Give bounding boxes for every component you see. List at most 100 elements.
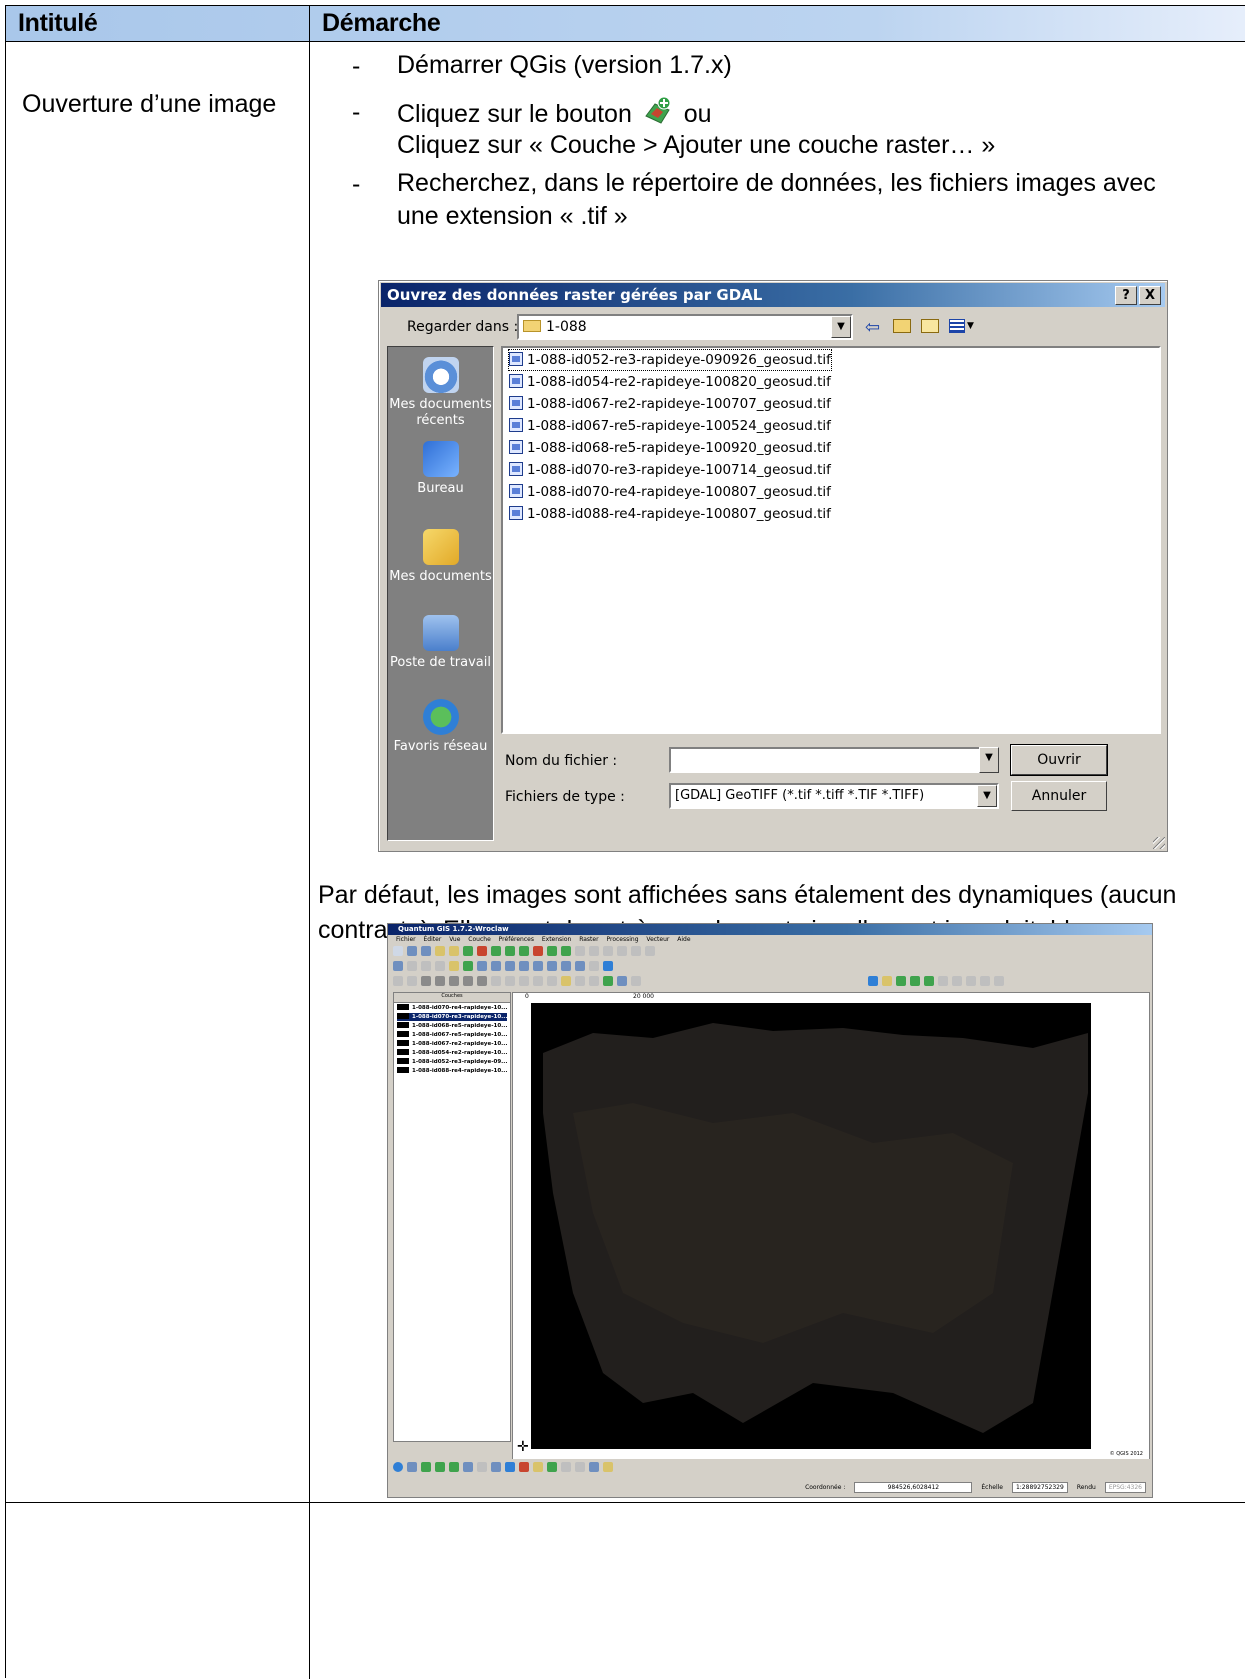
file-item[interactable]: 1-088-id088-re4-rapideye-100807_geosud.t… <box>509 504 831 524</box>
file-item[interactable]: 1-088-id070-re3-rapideye-100714_geosud.t… <box>509 460 831 480</box>
bullet-dash: - <box>352 98 361 126</box>
layer-item[interactable]: 1-088-id052-re3-rapideye-09... <box>397 1058 507 1066</box>
qgis-toolbar-4 <box>868 976 1004 989</box>
new-folder-icon[interactable] <box>921 319 939 333</box>
chevron-down-icon[interactable]: ▼ <box>831 316 851 338</box>
qgis-menu-bar: Fichier Éditer Vue Couche Préférences Ex… <box>396 936 691 943</box>
file-item[interactable]: 1-088-id070-re4-rapideye-100807_geosud.t… <box>509 482 831 502</box>
layer-item[interactable]: 1-088-id070-re3-rapideye-10... <box>397 1013 507 1021</box>
bullet-dash: - <box>352 170 361 198</box>
layer-item[interactable]: 1-088-id068-re5-rapideye-10... <box>397 1022 507 1030</box>
layer-name: 1-088-id070-re4-rapideye-10... <box>412 1005 508 1011</box>
scale-value[interactable]: 1:28892752329 <box>1011 1482 1068 1493</box>
step-click-text: Cliquez sur le bouton <box>397 100 632 128</box>
file-name: 1-088-id068-re5-rapideye-100920_geosud.t… <box>527 440 831 456</box>
file-item[interactable]: 1-088-id068-re5-rapideye-100920_geosud.t… <box>509 438 831 458</box>
copyright-label: © QGIS 2012 <box>1109 1451 1143 1457</box>
chevron-down-icon[interactable]: ▼ <box>977 785 997 807</box>
table-header: Intitulé Démarche <box>6 6 1245 42</box>
file-item[interactable]: 1-088-id054-re2-rapideye-100820_geosud.t… <box>509 372 831 392</box>
layer-name: 1-088-id068-re5-rapideye-10... <box>412 1023 508 1029</box>
layer-item[interactable]: 1-088-id067-re2-rapideye-10... <box>397 1040 507 1048</box>
step-menu-path: Cliquez sur « Couche > Ajouter une couch… <box>397 131 996 159</box>
raster-file-icon <box>509 418 523 432</box>
file-name: 1-088-id088-re4-rapideye-100807_geosud.t… <box>527 506 831 522</box>
raster-file-icon <box>509 352 523 366</box>
layer-item[interactable]: 1-088-id067-re5-rapideye-10... <box>397 1031 507 1039</box>
row-label-ouverture: Ouverture d’une image <box>22 90 277 118</box>
epsg-label[interactable]: EPSG:4326 <box>1104 1482 1146 1493</box>
procedure-table: Intitulé Démarche Ouverture d’une image … <box>5 5 1245 1679</box>
filetype-label: Fichiers de type : <box>505 789 625 805</box>
place-desktop-label: Bureau <box>417 481 464 496</box>
cancel-button[interactable]: Annuler <box>1011 781 1107 811</box>
layer-item[interactable]: 1-088-id088-re4-rapideye-10... <box>397 1067 507 1075</box>
step-search-files: Recherchez, dans le répertoire de donnée… <box>397 169 1156 197</box>
raster-file-icon <box>509 440 523 454</box>
recent-documents-icon <box>422 357 459 393</box>
network-icon <box>422 699 459 735</box>
status-fields: Coordonnée : 984526,6028412 Échelle 1:28… <box>802 1482 1146 1493</box>
filetype-select[interactable]: [GDAL] GeoTIFF (*.tif *.tiff *.TIF *.TIF… <box>669 783 999 809</box>
scale-label: Échelle <box>981 1484 1003 1491</box>
step-tif-extension: une extension « .tif » <box>397 202 628 230</box>
step-start-qgis: Démarrer QGis (version 1.7.x) <box>397 51 732 79</box>
look-in-combo[interactable]: 1-088 ▼ <box>517 314 853 340</box>
desktop-icon <box>422 441 459 477</box>
column-divider <box>309 6 310 1679</box>
qgis-layers-panel: Couches 1-088-id070-re4-rapideye-10... 1… <box>393 992 511 1442</box>
qgis-toolbar-3 <box>393 976 641 989</box>
qgis-bottom-toolbar <box>393 1462 613 1475</box>
help-button[interactable]: ? <box>1115 286 1137 305</box>
raster-map-render <box>513 993 1149 1459</box>
layer-item[interactable]: 1-088-id054-re2-rapideye-10... <box>397 1049 507 1057</box>
place-network-label: Favoris réseau <box>393 739 488 754</box>
file-item[interactable]: 1-088-id052-re3-rapideye-090926_geosud.t… <box>508 349 832 371</box>
file-item[interactable]: 1-088-id067-re5-rapideye-100524_geosud.t… <box>509 416 831 436</box>
places-bar: Mes documents récents Bureau Mes documen… <box>387 346 494 841</box>
raster-file-icon <box>509 484 523 498</box>
place-network[interactable]: Favoris réseau <box>388 699 493 755</box>
raster-file-icon <box>509 374 523 388</box>
file-name: 1-088-id067-re5-rapideye-100524_geosud.t… <box>527 418 831 434</box>
view-dropdown-icon[interactable]: ▼ <box>967 321 974 331</box>
file-name: 1-088-id067-re2-rapideye-100707_geosud.t… <box>527 396 831 412</box>
filename-label: Nom du fichier : <box>505 753 618 769</box>
place-my-computer-label: Poste de travail <box>389 655 491 670</box>
layer-name: 1-088-id067-re2-rapideye-10... <box>412 1041 508 1047</box>
add-raster-layer-icon <box>643 96 673 126</box>
up-folder-icon[interactable] <box>893 319 911 333</box>
my-documents-icon <box>422 529 459 565</box>
place-recent[interactable]: Mes documents récents <box>388 357 493 429</box>
look-in-value: 1-088 <box>546 319 587 335</box>
file-item[interactable]: 1-088-id067-re2-rapideye-100707_geosud.t… <box>509 394 831 414</box>
qgis-toolbar-2 <box>393 961 613 974</box>
filename-input[interactable] <box>669 747 999 773</box>
place-my-documents[interactable]: Mes documents <box>388 529 493 585</box>
file-name: 1-088-id052-re3-rapideye-090926_geosud.t… <box>527 352 831 368</box>
chevron-down-icon[interactable]: ▼ <box>979 747 999 773</box>
header-demarche: Démarche <box>322 9 441 37</box>
coordinate-value[interactable]: 984526,6028412 <box>854 1482 973 1493</box>
filetype-value: [GDAL] GeoTIFF (*.tif *.tiff *.TIF *.TIF… <box>675 788 925 803</box>
file-name: 1-088-id054-re2-rapideye-100820_geosud.t… <box>527 374 831 390</box>
close-button[interactable]: X <box>1139 286 1161 305</box>
qgis-window-screenshot: Quantum GIS 1.7.2-Wroclaw Fichier Éditer… <box>387 923 1153 1498</box>
place-recent-label: Mes documents récents <box>389 397 492 428</box>
back-icon[interactable]: ⇦ <box>865 317 880 338</box>
qgis-map-canvas[interactable]: 0 20 000 © QGIS 2012 ✛ <box>512 992 1150 1460</box>
layers-panel-header: Couches <box>394 993 510 1003</box>
open-button[interactable]: Ouvrir <box>1010 744 1108 776</box>
layer-item[interactable]: 1-088-id070-re4-rapideye-10... <box>397 1004 507 1012</box>
file-list[interactable]: 1-088-id052-re3-rapideye-090926_geosud.t… <box>501 346 1161 734</box>
place-my-computer[interactable]: Poste de travail <box>388 615 493 671</box>
view-menu-icon[interactable] <box>949 319 965 333</box>
place-desktop[interactable]: Bureau <box>388 441 493 497</box>
row-divider <box>6 1502 1245 1503</box>
folder-icon <box>523 320 541 332</box>
filename-dropdown[interactable]: ▼ <box>977 747 999 773</box>
render-label[interactable]: Rendu <box>1074 1483 1099 1492</box>
resize-grip-icon[interactable] <box>1153 837 1165 849</box>
raster-file-icon <box>509 396 523 410</box>
header-intitule: Intitulé <box>18 9 98 37</box>
